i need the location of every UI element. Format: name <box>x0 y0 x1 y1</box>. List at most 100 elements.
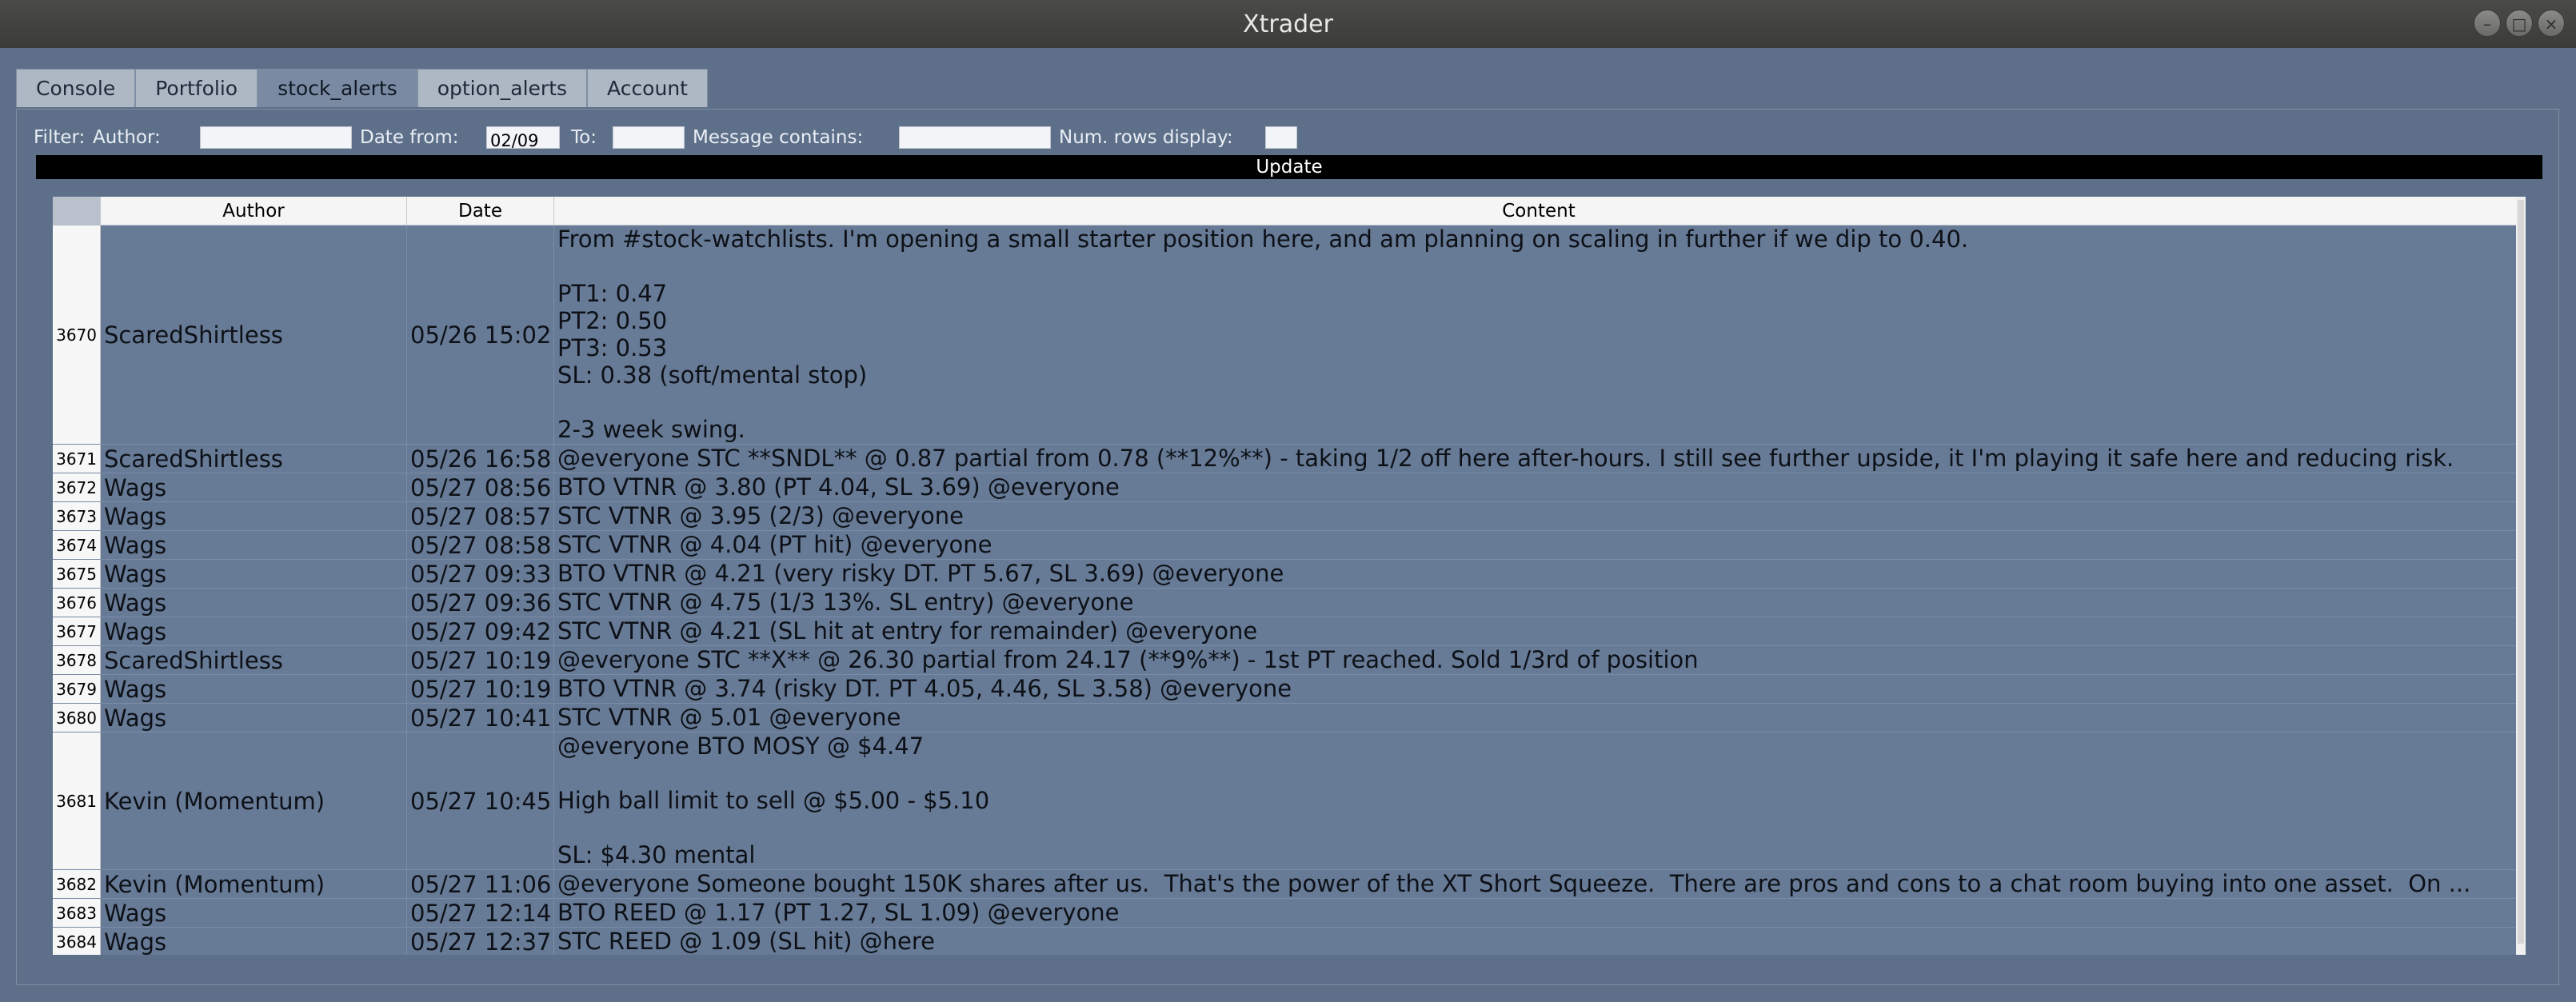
filter-label: Filter: <box>34 127 86 148</box>
cell-content: STC VTNR @ 5.01 @everyone <box>557 704 901 731</box>
cell-date: 05/27 12:14 <box>407 899 554 927</box>
cell-author: Wags <box>101 473 407 501</box>
minimize-icon[interactable]: – <box>2474 10 2501 37</box>
date-to-input[interactable] <box>613 126 685 149</box>
cell-content: STC VTNR @ 3.95 (2/3) @everyone <box>557 502 964 529</box>
cell-author: Wags <box>101 502 407 530</box>
date-from-label: Date from: <box>360 127 459 148</box>
table-row[interactable]: 3684 Wags 05/27 12:37 STC REED @ 1.09 (SL h… <box>53 928 2524 955</box>
to-label: To: <box>571 127 597 148</box>
column-header-content[interactable]: Content <box>554 197 2524 226</box>
cell-content: STC VTNR @ 4.21 (SL hit at entry for rem… <box>557 617 1258 645</box>
header-corner <box>53 197 101 226</box>
row-index: 3672 <box>53 473 101 501</box>
cell-author: Wags <box>101 531 407 559</box>
vertical-scrollbar[interactable] <box>2516 197 2526 955</box>
table-row[interactable]: 3682 Kevin (Momentum) 05/27 11:06 @everyone… <box>53 870 2524 899</box>
table-row[interactable]: 3675 Wags 05/27 09:33 BTO VTNR @ 4.21 (very… <box>53 560 2524 589</box>
cell-date: 05/27 10:19 <box>407 646 554 674</box>
row-index: 3677 <box>53 617 101 645</box>
author-input[interactable] <box>200 126 352 149</box>
cell-author: Wags <box>101 899 407 927</box>
table-row[interactable]: 3674 Wags 05/27 08:58 STC VTNR @ 4.04 (PT h… <box>53 531 2524 560</box>
cell-content: BTO VTNR @ 3.80 (PT 4.04, SL 3.69) @ever… <box>557 473 1120 501</box>
cell-content: STC VTNR @ 4.04 (PT hit) @everyone <box>557 531 992 558</box>
row-index: 3683 <box>53 899 101 927</box>
num-rows-input[interactable] <box>1265 126 1297 149</box>
cell-date: 05/26 16:58 <box>407 445 554 473</box>
row-index: 3674 <box>53 531 101 559</box>
message-contains-label: Message contains: <box>693 127 864 148</box>
cell-date: 05/27 09:42 <box>407 617 554 645</box>
tab-bar: Console Portfolio stock_alerts option_al… <box>16 69 708 109</box>
date-from-input[interactable]: 02/09 <box>486 126 560 150</box>
table-row[interactable]: 3677 Wags 05/27 09:42 STC VTNR @ 4.21 (SL h… <box>53 617 2524 646</box>
table-row[interactable]: 3670 ScaredShirtless 05/26 15:02 From #stoc… <box>53 226 2524 445</box>
cell-author: Wags <box>101 675 407 703</box>
tab-portfolio[interactable]: Portfolio <box>135 69 258 107</box>
cell-author: Kevin (Momentum) <box>101 733 407 869</box>
cell-content: @everyone BTO MOSY @ $4.47 High ball lim… <box>557 733 990 868</box>
table-row[interactable]: 3683 Wags 05/27 12:14 BTO REED @ 1.17 (PT 1… <box>53 899 2524 928</box>
table-row[interactable]: 3676 Wags 05/27 09:36 STC VTNR @ 4.75 (1/3 … <box>53 589 2524 617</box>
message-contains-input[interactable] <box>899 126 1051 149</box>
cell-author: Wags <box>101 928 407 955</box>
cell-date: 05/27 10:45 <box>407 733 554 869</box>
column-header-date[interactable]: Date <box>407 197 554 226</box>
row-index: 3680 <box>53 704 101 732</box>
row-index: 3670 <box>53 226 101 444</box>
cell-content: BTO VTNR @ 4.21 (very risky DT. PT 5.67,… <box>557 560 1284 587</box>
table-row[interactable]: 3679 Wags 05/27 10:19 BTO VTNR @ 3.74 (risk… <box>53 675 2524 704</box>
row-index: 3682 <box>53 870 101 898</box>
row-index: 3676 <box>53 589 101 617</box>
tab-option-alerts[interactable]: option_alerts <box>417 69 588 107</box>
table-row[interactable]: 3678 ScaredShirtless 05/27 10:19 @everyone … <box>53 646 2524 675</box>
window-controls: – □ × <box>2474 10 2565 37</box>
table-row[interactable]: 3681 Kevin (Momentum) 05/27 10:45 @everyone… <box>53 733 2524 870</box>
window-titlebar: Xtrader – □ × <box>0 0 2576 48</box>
alerts-table: Author Date Content 3670 ScaredShirtless 0… <box>53 197 2524 955</box>
row-index: 3684 <box>53 928 101 955</box>
maximize-icon[interactable]: □ <box>2506 10 2533 37</box>
cell-date: 05/27 09:36 <box>407 589 554 617</box>
row-index: 3679 <box>53 675 101 703</box>
cell-author: Wags <box>101 560 407 588</box>
tab-stock-alerts[interactable]: stock_alerts <box>258 69 417 107</box>
cell-content: STC VTNR @ 4.75 (1/3 13%. SL entry) @eve… <box>557 589 1134 616</box>
cell-date: 05/27 10:41 <box>407 704 554 732</box>
cell-author: Wags <box>101 589 407 617</box>
cell-author: Kevin (Momentum) <box>101 870 407 898</box>
row-index: 3678 <box>53 646 101 674</box>
table-row[interactable]: 3671 ScaredShirtless 05/26 16:58 @everyone … <box>53 445 2524 473</box>
num-rows-label: Num. rows display: <box>1059 127 1233 148</box>
cell-author: ScaredShirtless <box>101 445 407 473</box>
tab-account[interactable]: Account <box>587 69 708 107</box>
table-row[interactable]: 3680 Wags 05/27 10:41 STC VTNR @ 5.01 @ever… <box>53 704 2524 733</box>
scrollbar-thumb[interactable] <box>2518 200 2524 944</box>
cell-date: 05/27 08:58 <box>407 531 554 559</box>
cell-content: @everyone STC **X** @ 26.30 partial from… <box>557 646 1699 673</box>
cell-author: ScaredShirtless <box>101 646 407 674</box>
cell-date: 05/27 08:56 <box>407 473 554 501</box>
cell-author: ScaredShirtless <box>101 226 407 444</box>
row-index: 3671 <box>53 445 101 473</box>
cell-content: @everyone Someone bought 150K shares aft… <box>557 870 2471 897</box>
table-row[interactable]: 3672 Wags 05/27 08:56 BTO VTNR @ 3.80 (PT 4… <box>53 473 2524 502</box>
close-icon[interactable]: × <box>2538 10 2565 37</box>
column-header-author[interactable]: Author <box>101 197 407 226</box>
tab-console[interactable]: Console <box>16 69 136 107</box>
table-row[interactable]: 3673 Wags 05/27 08:57 STC VTNR @ 3.95 (2/3)… <box>53 502 2524 531</box>
cell-date: 05/27 08:57 <box>407 502 554 530</box>
cell-date: 05/27 10:19 <box>407 675 554 703</box>
cell-author: Wags <box>101 617 407 645</box>
window-title: Xtrader <box>1243 10 1333 38</box>
update-button[interactable]: Update <box>36 155 2542 179</box>
cell-date: 05/27 12:37 <box>407 928 554 955</box>
table-header: Author Date Content <box>53 197 2524 226</box>
cell-date: 05/27 09:33 <box>407 560 554 588</box>
cell-date: 05/27 11:06 <box>407 870 554 898</box>
cell-content: From #stock-watchlists. I'm opening a sm… <box>557 226 1969 443</box>
row-index: 3681 <box>53 733 101 869</box>
cell-content: STC REED @ 1.09 (SL hit) @here <box>557 928 936 955</box>
cell-content: BTO VTNR @ 3.74 (risky DT. PT 4.05, 4.46… <box>557 675 1292 702</box>
